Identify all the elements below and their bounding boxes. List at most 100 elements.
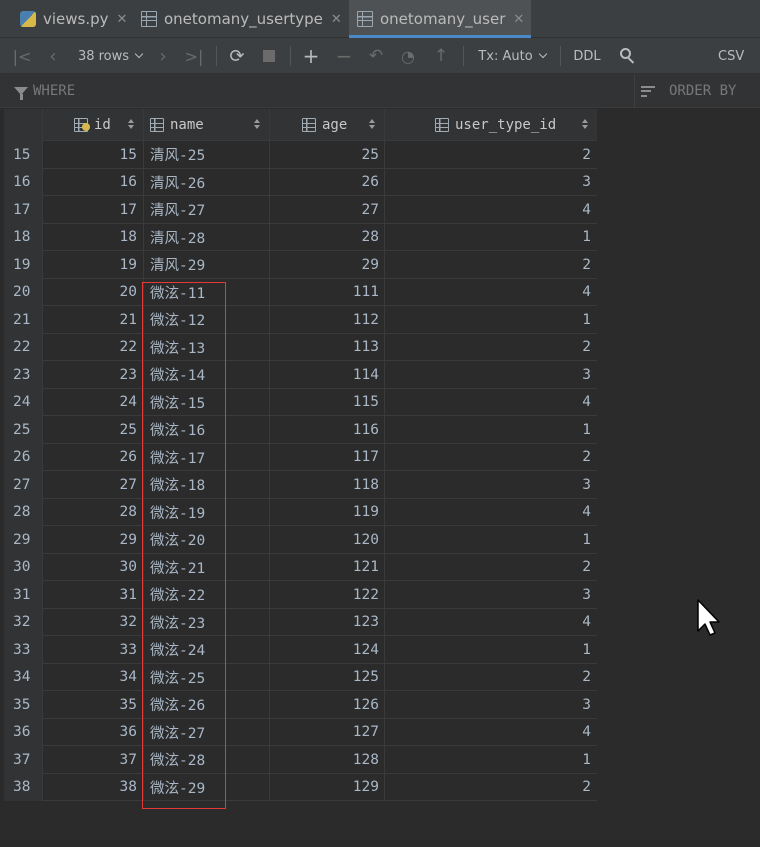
user-type-id-cell[interactable]: 4 bbox=[385, 196, 597, 224]
close-icon[interactable]: ✕ bbox=[513, 12, 524, 27]
name-cell[interactable]: 微泫-16 bbox=[144, 416, 270, 444]
age-cell[interactable]: 25 bbox=[270, 141, 385, 169]
submit-icon[interactable]: ↑ bbox=[430, 38, 452, 74]
age-cell[interactable]: 29 bbox=[270, 251, 385, 279]
user-type-id-cell[interactable]: 2 bbox=[385, 444, 597, 472]
add-row-icon[interactable]: + bbox=[300, 38, 322, 74]
table-row[interactable]: 32 32 微泫-23 123 4 bbox=[4, 608, 597, 637]
stop-icon[interactable] bbox=[258, 38, 280, 74]
name-cell[interactable]: 微泫-19 bbox=[144, 498, 270, 526]
refresh-icon[interactable]: ⟳ bbox=[226, 38, 248, 74]
name-cell[interactable]: 微泫-15 bbox=[144, 388, 270, 416]
id-cell[interactable]: 17 bbox=[43, 196, 144, 224]
table-row[interactable]: 20 20 微泫-11 111 4 bbox=[4, 278, 597, 307]
age-cell[interactable]: 112 bbox=[270, 306, 385, 334]
name-cell[interactable]: 微泫-24 bbox=[144, 636, 270, 664]
age-cell[interactable]: 116 bbox=[270, 416, 385, 444]
id-cell[interactable]: 37 bbox=[43, 746, 144, 774]
sort-arrows-icon[interactable] bbox=[127, 119, 134, 129]
age-cell[interactable]: 129 bbox=[270, 773, 385, 801]
table-row[interactable]: 23 23 微泫-14 114 3 bbox=[4, 361, 597, 389]
preview-pending-icon[interactable]: ◔ bbox=[397, 38, 419, 74]
name-cell[interactable]: 微泫-11 bbox=[144, 278, 270, 306]
user-type-id-cell[interactable]: 4 bbox=[385, 609, 597, 637]
id-cell[interactable]: 33 bbox=[43, 636, 144, 664]
user-type-id-cell[interactable]: 4 bbox=[385, 279, 597, 307]
table-row[interactable]: 36 36 微泫-27 127 4 bbox=[4, 718, 597, 747]
age-cell[interactable]: 127 bbox=[270, 718, 385, 746]
last-page-icon[interactable]: >| bbox=[183, 38, 205, 74]
user-type-id-cell[interactable]: 4 bbox=[385, 719, 597, 747]
age-cell[interactable]: 27 bbox=[270, 196, 385, 224]
id-cell[interactable]: 23 bbox=[43, 361, 144, 389]
tab-onetomany-usertype[interactable]: onetomany_usertype ✕ bbox=[133, 0, 347, 38]
id-cell[interactable]: 38 bbox=[43, 773, 144, 801]
table-row[interactable]: 24 24 微泫-15 115 4 bbox=[4, 388, 597, 417]
sort-arrows-icon[interactable] bbox=[581, 119, 588, 129]
age-cell[interactable]: 124 bbox=[270, 636, 385, 664]
user-type-id-cell[interactable]: 3 bbox=[385, 471, 597, 499]
age-cell[interactable]: 115 bbox=[270, 388, 385, 416]
age-cell[interactable]: 128 bbox=[270, 746, 385, 774]
user-type-id-cell[interactable]: 1 bbox=[385, 416, 597, 444]
id-cell[interactable]: 18 bbox=[43, 223, 144, 251]
name-cell[interactable]: 清风-28 bbox=[144, 223, 270, 251]
export-format-dropdown[interactable]: CSV bbox=[718, 38, 760, 74]
age-cell[interactable]: 119 bbox=[270, 498, 385, 526]
table-row[interactable]: 16 16 清风-26 26 3 bbox=[4, 168, 597, 196]
where-filter[interactable]: WHERE bbox=[14, 74, 75, 108]
age-cell[interactable]: 114 bbox=[270, 361, 385, 389]
column-header-user-type-id[interactable]: user_type_id bbox=[385, 109, 597, 141]
id-cell[interactable]: 27 bbox=[43, 471, 144, 499]
id-cell[interactable]: 22 bbox=[43, 333, 144, 361]
table-row[interactable]: 26 26 微泫-17 117 2 bbox=[4, 443, 597, 472]
name-cell[interactable]: 微泫-12 bbox=[144, 306, 270, 334]
id-cell[interactable]: 30 bbox=[43, 553, 144, 581]
id-cell[interactable]: 15 bbox=[43, 141, 144, 169]
previous-page-icon[interactable]: ‹ bbox=[44, 38, 62, 74]
table-row[interactable]: 33 33 微泫-24 124 1 bbox=[4, 636, 597, 664]
name-cell[interactable]: 微泫-26 bbox=[144, 691, 270, 719]
name-cell[interactable]: 微泫-21 bbox=[144, 553, 270, 581]
name-cell[interactable]: 清风-27 bbox=[144, 196, 270, 224]
delete-row-icon[interactable]: − bbox=[333, 38, 355, 74]
table-row[interactable]: 34 34 微泫-25 125 2 bbox=[4, 663, 597, 692]
age-cell[interactable]: 113 bbox=[270, 333, 385, 361]
age-cell[interactable]: 111 bbox=[270, 278, 385, 306]
age-cell[interactable]: 125 bbox=[270, 663, 385, 691]
table-row[interactable]: 17 17 清风-27 27 4 bbox=[4, 196, 597, 224]
id-cell[interactable]: 19 bbox=[43, 251, 144, 279]
name-cell[interactable]: 清风-29 bbox=[144, 251, 270, 279]
name-cell[interactable]: 微泫-25 bbox=[144, 663, 270, 691]
table-row[interactable]: 35 35 微泫-26 126 3 bbox=[4, 691, 597, 719]
age-cell[interactable]: 118 bbox=[270, 471, 385, 499]
user-type-id-cell[interactable]: 2 bbox=[385, 334, 597, 362]
id-cell[interactable]: 31 bbox=[43, 581, 144, 609]
name-cell[interactable]: 微泫-14 bbox=[144, 361, 270, 389]
name-cell[interactable]: 微泫-18 bbox=[144, 471, 270, 499]
table-row[interactable]: 19 19 清风-29 29 2 bbox=[4, 251, 597, 279]
sort-arrows-icon[interactable] bbox=[368, 119, 375, 129]
revert-icon[interactable]: ↶ bbox=[365, 38, 387, 74]
id-cell[interactable]: 36 bbox=[43, 718, 144, 746]
table-row[interactable]: 29 29 微泫-20 120 1 bbox=[4, 526, 597, 554]
order-by-filter[interactable]: ORDER BY bbox=[634, 74, 760, 108]
table-row[interactable]: 28 28 微泫-19 119 4 bbox=[4, 498, 597, 526]
id-cell[interactable]: 24 bbox=[43, 388, 144, 416]
user-type-id-cell[interactable]: 4 bbox=[385, 389, 597, 417]
age-cell[interactable]: 121 bbox=[270, 553, 385, 581]
user-type-id-cell[interactable]: 1 bbox=[385, 746, 597, 774]
table-row[interactable]: 27 27 微泫-18 118 3 bbox=[4, 471, 597, 499]
user-type-id-cell[interactable]: 2 bbox=[385, 664, 597, 692]
id-cell[interactable]: 21 bbox=[43, 306, 144, 334]
id-cell[interactable]: 26 bbox=[43, 443, 144, 471]
user-type-id-cell[interactable]: 1 bbox=[385, 306, 597, 334]
table-row[interactable]: 15 15 清风-25 25 2 bbox=[4, 141, 597, 169]
table-row[interactable]: 30 30 微泫-21 121 2 bbox=[4, 553, 597, 581]
user-type-id-cell[interactable]: 3 bbox=[385, 691, 597, 719]
age-cell[interactable]: 126 bbox=[270, 691, 385, 719]
id-cell[interactable]: 16 bbox=[43, 168, 144, 196]
user-type-id-cell[interactable]: 1 bbox=[385, 526, 597, 554]
table-row[interactable]: 22 22 微泫-13 113 2 bbox=[4, 333, 597, 362]
id-cell[interactable]: 25 bbox=[43, 416, 144, 444]
